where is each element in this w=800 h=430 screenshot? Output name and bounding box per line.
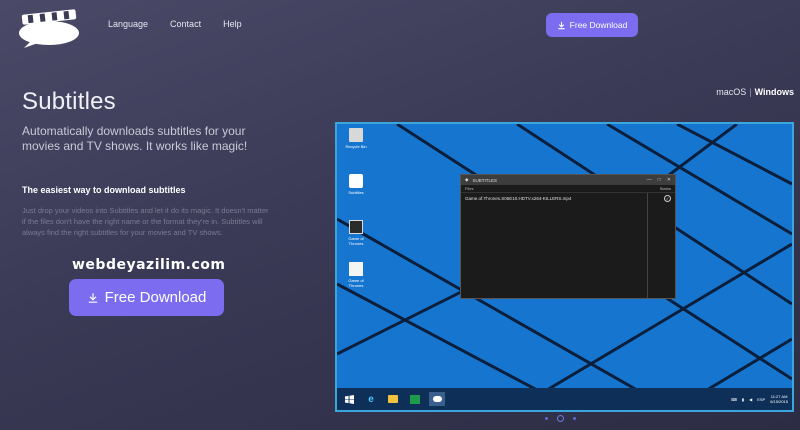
subtitles-taskbar-icon[interactable] <box>429 392 445 406</box>
page-title: Subtitles <box>22 88 116 115</box>
feature-description: Just drop your videos into Subtitles and… <box>22 206 269 237</box>
volume-icon[interactable]: ◀ <box>749 397 752 402</box>
app-title: SUBTITLES <box>472 177 497 183</box>
nav-language[interactable]: Language <box>108 19 148 29</box>
check-icon: ✓ <box>664 195 671 202</box>
clapperboard-logo-icon[interactable] <box>16 6 82 48</box>
carousel-dot-1[interactable] <box>545 417 548 420</box>
tray-date: 6/15/2015 <box>770 399 788 404</box>
tagline: Automatically downloads subtitles for yo… <box>22 124 248 153</box>
desktop-icon-subtitles[interactable]: Subtitles <box>341 174 371 195</box>
desktop-icon-recycle-bin[interactable]: Recycle Bin <box>341 128 371 149</box>
desktop-icon-video[interactable]: Game of Thrones <box>341 220 371 246</box>
os-macos-link[interactable]: macOS <box>716 87 746 97</box>
app-titlebar[interactable]: ◆ SUBTITLES — □ ✕ <box>461 175 675 185</box>
close-icon[interactable]: ✕ <box>667 177 671 183</box>
app-logo-icon: ◆ <box>465 177 469 182</box>
recycle-bin-icon <box>349 128 363 142</box>
keyboard-icon[interactable]: ⌨ <box>731 397 737 402</box>
file-list-header: Files Status <box>461 185 675 193</box>
app-screenshot-preview: Recycle Bin Subtitles Game of Thrones Ga… <box>335 122 794 412</box>
maximize-icon[interactable]: □ <box>658 177 661 183</box>
network-icon[interactable]: ▮ <box>742 397 744 402</box>
file-row[interactable]: Game.of.Thrones.S05E10.HDTV.x264-KILLERS… <box>461 193 675 204</box>
column-divider <box>647 193 648 298</box>
os-switch: macOS | Windows <box>716 87 794 97</box>
tray-clock[interactable]: 11:27 AM 6/15/2015 <box>770 394 788 404</box>
windows-taskbar: e ⌨ ▮ ◀ ESP 11:27 AM 6/15/2015 <box>337 388 792 410</box>
tray-language[interactable]: ESP <box>757 397 765 402</box>
file-explorer-icon[interactable] <box>385 392 401 406</box>
subtitles-app-window[interactable]: ◆ SUBTITLES — □ ✕ Files Status Game.of.T… <box>460 174 676 299</box>
system-tray: ⌨ ▮ ◀ ESP 11:27 AM 6/15/2015 <box>731 394 788 404</box>
window-controls: — □ ✕ <box>647 177 671 183</box>
store-icon[interactable] <box>407 392 423 406</box>
carousel-dot-3[interactable] <box>573 417 576 420</box>
os-windows-link[interactable]: Windows <box>755 87 794 97</box>
header-download-label: Free Download <box>569 20 628 30</box>
subtitles-app-icon <box>349 174 363 188</box>
nav-help[interactable]: Help <box>223 19 242 29</box>
os-separator: | <box>749 87 752 97</box>
document-icon <box>349 262 363 276</box>
feature-heading: The easiest way to download subtitles <box>22 185 186 195</box>
top-nav: Language Contact Help <box>108 19 242 29</box>
video-file-icon <box>349 220 363 234</box>
carousel-dot-2[interactable] <box>557 415 564 422</box>
desktop-icon-file[interactable]: Game of Thrones <box>341 262 371 288</box>
main-download-button[interactable]: Free Download <box>69 279 224 316</box>
minimize-icon[interactable]: — <box>647 177 652 183</box>
col-files: Files <box>465 186 474 191</box>
nav-contact[interactable]: Contact <box>170 19 201 29</box>
file-name: Game.of.Thrones.S05E10.HDTV.x264-KILLERS… <box>465 196 572 201</box>
ie-browser-icon[interactable]: e <box>363 392 379 406</box>
windows-start-icon[interactable] <box>341 392 357 406</box>
main-download-label: Free Download <box>104 289 207 306</box>
header-download-button[interactable]: Free Download <box>546 13 638 37</box>
carousel-dots <box>545 415 576 422</box>
watermark-text: webdeyazilim.com <box>72 257 226 273</box>
download-icon <box>557 21 566 30</box>
download-icon <box>87 292 99 304</box>
col-status: Status <box>659 186 671 191</box>
